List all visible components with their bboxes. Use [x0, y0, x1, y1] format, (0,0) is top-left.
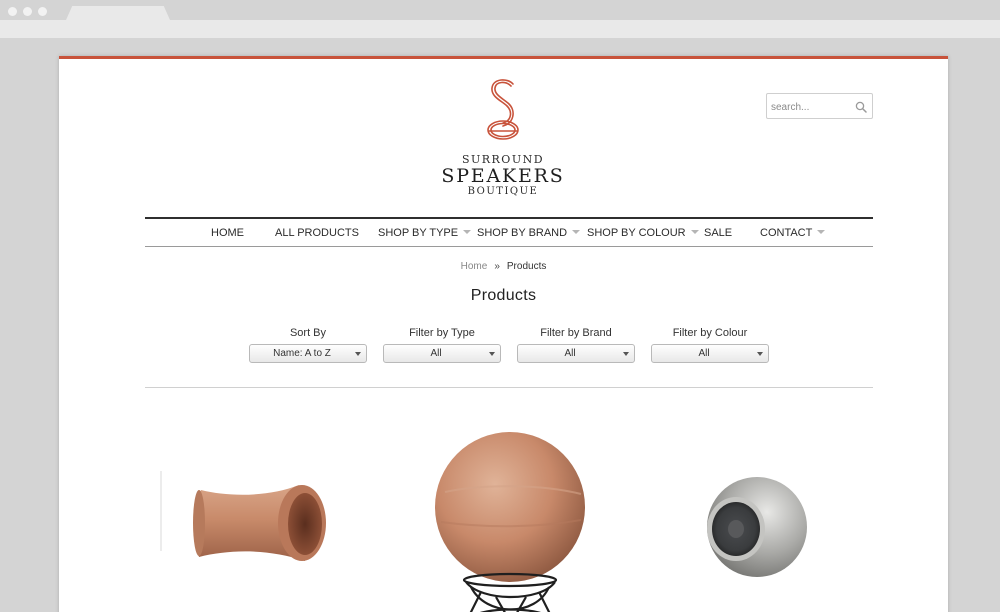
product-image-terracotta-sphere: [435, 432, 585, 612]
nav-item-sale[interactable]: SALE: [704, 219, 732, 247]
chevron-down-icon: [623, 352, 629, 356]
search-input[interactable]: [771, 99, 855, 115]
page-title: Products: [470, 287, 537, 304]
filter-label: Filter by Colour: [672, 327, 748, 339]
maximize-window-button[interactable]: [38, 7, 47, 16]
chevron-down-icon: [817, 230, 826, 234]
search-icon[interactable]: [855, 101, 867, 113]
nav-item-shop-by-type[interactable]: SHOP BY TYPE: [378, 219, 472, 247]
browser-chrome: [0, 0, 1000, 38]
type-filter-select[interactable]: All: [383, 344, 501, 363]
select-value: Name: A to Z: [273, 348, 331, 359]
chevron-down-icon: [489, 352, 495, 356]
main-nav: HOME ALL PRODUCTS SHOP BY TYPE SHOP BY B…: [145, 217, 873, 247]
minimize-window-button[interactable]: [23, 7, 32, 16]
logo-text-line2: SPEAKERS: [441, 165, 565, 187]
browser-toolbar: [0, 20, 1000, 38]
type-filter: Filter by Type All: [383, 327, 501, 363]
nav-item-shop-by-colour[interactable]: SHOP BY COLOUR: [587, 219, 699, 247]
product-card[interactable]: [159, 467, 329, 577]
filter-label: Filter by Brand: [540, 327, 612, 339]
filters-divider: [145, 387, 873, 388]
chevron-down-icon: [463, 230, 472, 234]
close-window-button[interactable]: [8, 7, 17, 16]
nav-item-home[interactable]: HOME: [211, 219, 244, 247]
product-image-silver-sphere: [707, 477, 807, 577]
colour-filter: Filter by Colour All: [651, 327, 769, 363]
select-value: All: [698, 348, 710, 359]
nav-item-label: ALL PRODUCTS: [275, 227, 359, 239]
chevron-down-icon: [572, 230, 581, 234]
chevron-down-icon: [757, 352, 763, 356]
nav-item-shop-by-brand[interactable]: SHOP BY BRAND: [477, 219, 581, 247]
brand-filter: Filter by Brand All: [517, 327, 635, 363]
filter-label: Sort By: [289, 327, 327, 339]
logo-s-mark-icon: [487, 79, 519, 140]
product-card[interactable]: [699, 475, 811, 583]
breadcrumb-home-link[interactable]: Home: [461, 261, 488, 272]
breadcrumb: Home » Products: [59, 261, 948, 272]
browser-tab[interactable]: [66, 6, 170, 20]
logo-text-line3: BOUTIQUE: [467, 186, 539, 197]
nav-item-label: SHOP BY TYPE: [378, 227, 459, 239]
chevron-down-icon: [355, 352, 361, 356]
sort-by-filter: Sort By Name: A to Z: [249, 327, 367, 363]
nav-item-label: SHOP BY BRAND: [477, 227, 568, 239]
page-container: SURROUND SPEAKERS BOUTIQUE HOME ALL PROD…: [59, 56, 948, 612]
product-card[interactable]: [431, 432, 591, 612]
nav-item-label: SALE: [704, 227, 733, 239]
nav-item-label: HOME: [211, 227, 244, 239]
filter-label: Filter by Type: [409, 327, 475, 339]
nav-item-contact[interactable]: CONTACT: [760, 219, 826, 247]
product-image-terracotta-tube: [160, 471, 326, 561]
nav-item-label: CONTACT: [760, 227, 813, 239]
nav-item-label: SHOP BY COLOUR: [587, 227, 686, 239]
chevron-down-icon: [690, 230, 699, 234]
nav-item-all-products[interactable]: ALL PRODUCTS: [275, 219, 359, 247]
breadcrumb-separator: »: [494, 261, 500, 272]
breadcrumb-current: Products: [506, 261, 547, 272]
sort-by-select[interactable]: Name: A to Z: [249, 344, 367, 363]
brand-filter-select[interactable]: All: [517, 344, 635, 363]
site-logo[interactable]: SURROUND SPEAKERS BOUTIQUE: [423, 77, 583, 197]
window-controls: [8, 7, 47, 16]
select-value: All: [564, 348, 576, 359]
select-value: All: [430, 348, 442, 359]
colour-filter-select[interactable]: All: [651, 344, 769, 363]
search-box: [766, 93, 873, 119]
